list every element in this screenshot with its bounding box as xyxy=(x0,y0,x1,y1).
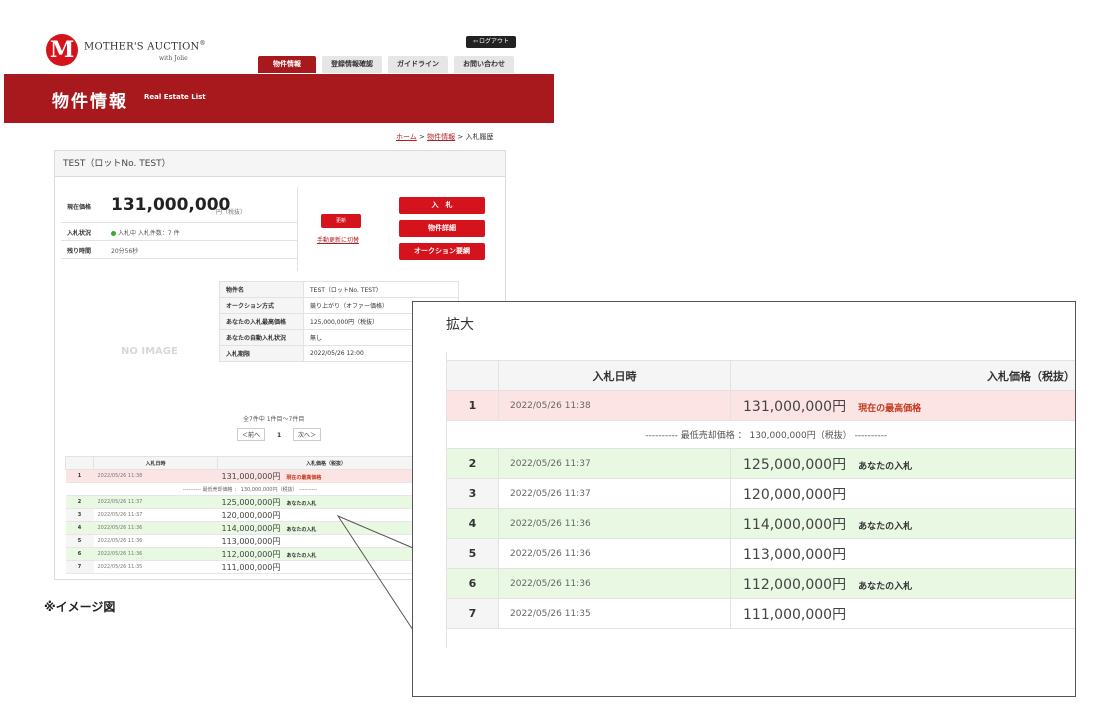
price-value: 111,000,000円 xyxy=(743,606,847,623)
price-value: 131,000,000円 xyxy=(743,398,847,415)
row-price: 131,000,000円 現在の最高価格 xyxy=(730,390,1075,421)
bid-history-table-zoomed: 入札日時 入札価格（税抜） 1 2022/05/26 11:38 131,000,0… xyxy=(446,360,1075,629)
row-index: 4 xyxy=(446,508,499,539)
row-index: 3 xyxy=(446,478,499,509)
price-value: 125,000,000円 xyxy=(743,456,847,473)
zoom-panel: 拡大 入札日時 入札価格（税抜） 1 2022/05/26 11:38 131,00… xyxy=(412,301,1076,697)
minimum-price-row: ---------- 最低売却価格 ： 130,000,000円（税抜） ---… xyxy=(446,420,1075,449)
header-price: 入札価格（税抜） xyxy=(730,360,1075,391)
zoom-title: 拡大 xyxy=(446,317,474,333)
row-date: 2022/05/26 11:36 xyxy=(498,508,731,539)
row-date: 2022/05/26 11:37 xyxy=(498,478,731,509)
row-price: 113,000,000円 xyxy=(730,538,1075,569)
header-date: 入札日時 xyxy=(498,360,731,391)
price-value: 112,000,000円 xyxy=(743,576,847,593)
table-row: 5 2022/05/26 11:36 113,000,000円 xyxy=(446,538,1075,569)
row-price: 125,000,000円 あなたの入札 xyxy=(730,448,1075,479)
minimum-price-text: ---------- 最低売却価格 ： 130,000,000円（税抜） ---… xyxy=(446,420,1075,449)
table-row: 7 2022/05/26 11:35 111,000,000円 xyxy=(446,598,1075,629)
table-row: 3 2022/05/26 11:37 120,000,000円 xyxy=(446,478,1075,509)
table-row: 2 2022/05/26 11:37 125,000,000円 あなたの入札 xyxy=(446,448,1075,479)
row-index: 6 xyxy=(446,568,499,599)
your-bid-tag: あなたの入札 xyxy=(858,461,913,472)
row-price: 112,000,000円 あなたの入札 xyxy=(730,568,1075,599)
price-value: 120,000,000円 xyxy=(743,486,847,503)
row-date: 2022/05/26 11:36 xyxy=(498,568,731,599)
table-row: 6 2022/05/26 11:36 112,000,000円 あなたの入札 xyxy=(446,568,1075,599)
row-index: 2 xyxy=(446,448,499,479)
row-index: 7 xyxy=(446,598,499,629)
price-value: 113,000,000円 xyxy=(743,546,847,563)
row-date: 2022/05/26 11:38 xyxy=(498,390,731,421)
row-price: 120,000,000円 xyxy=(730,478,1075,509)
your-bid-tag: あなたの入札 xyxy=(858,581,913,592)
row-date: 2022/05/26 11:37 xyxy=(498,448,731,479)
header-index xyxy=(446,360,499,391)
row-price: 111,000,000円 xyxy=(730,598,1075,629)
highest-price-tag: 現在の最高価格 xyxy=(858,403,922,414)
row-price: 114,000,000円 あなたの入札 xyxy=(730,508,1075,539)
table-row: 4 2022/05/26 11:36 114,000,000円 あなたの入札 xyxy=(446,508,1075,539)
your-bid-tag: あなたの入札 xyxy=(858,521,913,532)
row-index: 1 xyxy=(446,390,499,421)
row-date: 2022/05/26 11:36 xyxy=(498,538,731,569)
table-row: 1 2022/05/26 11:38 131,000,000円 現在の最高価格 xyxy=(446,390,1075,421)
row-index: 5 xyxy=(446,538,499,569)
row-date: 2022/05/26 11:35 xyxy=(498,598,731,629)
table-header-row: 入札日時 入札価格（税抜） xyxy=(446,360,1075,391)
price-value: 114,000,000円 xyxy=(743,516,847,533)
